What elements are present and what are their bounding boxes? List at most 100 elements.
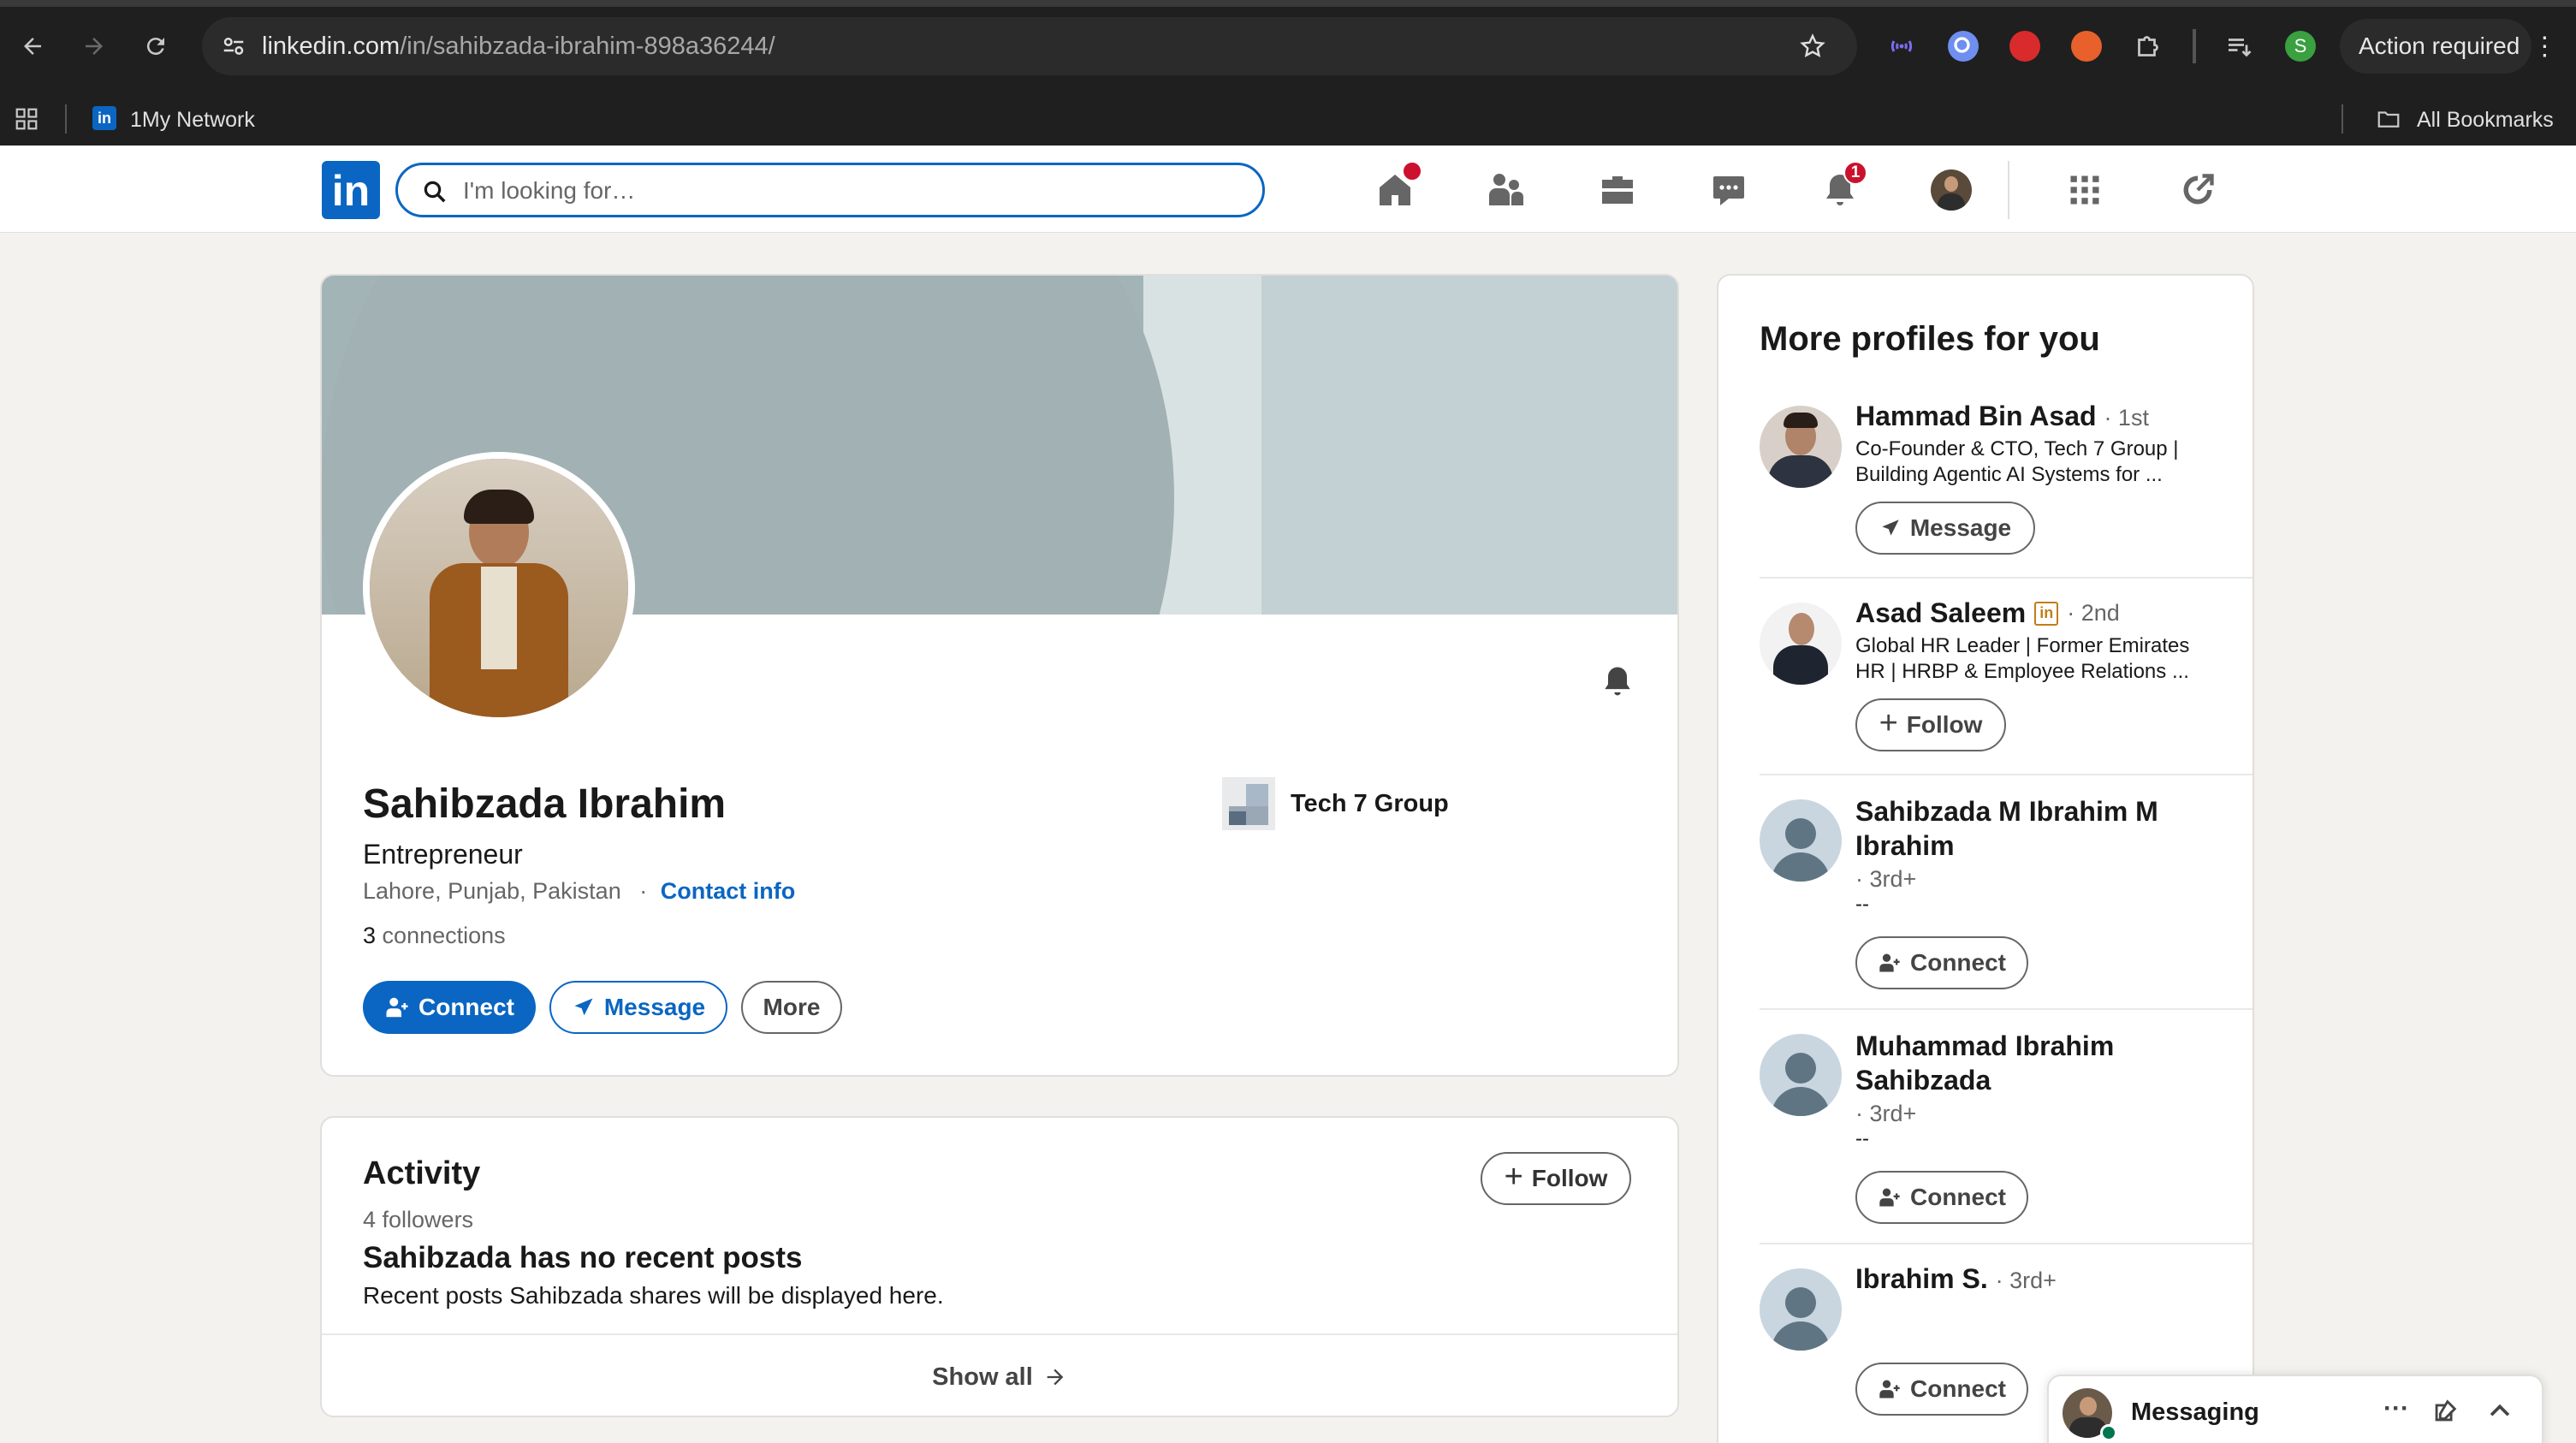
- nav-me[interactable]: [1927, 166, 1975, 214]
- company-name: Tech 7 Group: [1291, 789, 1449, 817]
- compose-icon[interactable]: [2431, 1397, 2460, 1426]
- forward-button[interactable]: [74, 26, 115, 67]
- nav-messaging[interactable]: [1705, 166, 1753, 214]
- avatar[interactable]: [1760, 799, 1842, 882]
- degree-badge: · 2nd: [2067, 600, 2120, 626]
- company-link[interactable]: Tech 7 Group: [1222, 777, 1449, 830]
- contact-info-link[interactable]: Contact info: [661, 878, 795, 904]
- suggestion-headline-line-1: Global HR Leader | Former Emirates: [1855, 634, 2190, 657]
- send-icon: [574, 998, 593, 1016]
- cover-shape-right: [1261, 276, 1677, 615]
- bookmark-my-network[interactable]: 1My Network: [130, 108, 255, 133]
- avatar-head: [1789, 613, 1814, 645]
- more-button[interactable]: More: [741, 981, 842, 1034]
- bookmarks-bar: in 1My Network All Bookmarks: [0, 92, 2576, 145]
- extension-search-icon[interactable]: [1948, 31, 1979, 62]
- more-profiles-card: More profiles for you Hammad Bin Asad · …: [1717, 274, 2254, 1443]
- star-icon[interactable]: [1799, 33, 1826, 60]
- bookmark-separator-right: [2342, 104, 2343, 134]
- home-badge: [1402, 161, 1422, 181]
- avatar[interactable]: [1760, 1034, 1842, 1116]
- reading-list-icon[interactable]: [2223, 31, 2254, 62]
- no-posts-subtitle: Recent posts Sahibzada shares will be di…: [363, 1282, 944, 1309]
- avatar-body: [1768, 455, 1833, 488]
- address-bar[interactable]: linkedin.com/in/sahibzada-ibrahim-898a36…: [202, 17, 1857, 75]
- profile-avatar-button[interactable]: S: [2285, 31, 2316, 62]
- add-person-icon: [1879, 953, 1900, 972]
- connect-button[interactable]: Connect: [1855, 1363, 2028, 1416]
- suggestion-name[interactable]: Muhammad Ibrahim Sahibzada: [1855, 1029, 2114, 1097]
- degree-badge: · 3rd+: [1995, 1268, 2057, 1293]
- suggestion-headline: Global HR Leader | Former Emirates HR | …: [1855, 633, 2223, 685]
- suggestion-name-row[interactable]: Asad Saleem in · 2nd: [1855, 597, 2120, 629]
- nav-notifications[interactable]: 1: [1816, 161, 1867, 214]
- header-separator: [2008, 161, 2009, 219]
- extensions-puzzle-icon[interactable]: [2133, 31, 2163, 62]
- search-icon: [424, 181, 446, 203]
- nav-apps[interactable]: [2061, 166, 2109, 214]
- suggestion-name[interactable]: Sahibzada M Ibrahim M Ibrahim: [1855, 794, 2158, 863]
- follow-button[interactable]: + Follow: [1855, 698, 2006, 751]
- linkedin-header: in 1: [0, 145, 2576, 233]
- profile-name: Sahibzada Ibrahim: [363, 781, 727, 827]
- bell-icon[interactable]: [1599, 661, 1636, 702]
- avatar-head: [2080, 1397, 2097, 1416]
- profile-photo[interactable]: [363, 452, 635, 724]
- connect-button[interactable]: Connect: [1855, 1171, 2028, 1224]
- profile-location: Lahore, Punjab, Pakistan: [363, 878, 621, 904]
- apps-grid-icon[interactable]: [14, 106, 39, 132]
- nav-jobs[interactable]: [1594, 166, 1641, 214]
- all-bookmarks[interactable]: All Bookmarks: [2417, 108, 2554, 133]
- suggestion-name-line-1: Sahibzada M Ibrahim M: [1855, 796, 2158, 827]
- action-required-button[interactable]: Action required ⋮: [2340, 19, 2557, 74]
- avatar-hair: [1784, 413, 1818, 428]
- url-text: linkedin.com/in/sahibzada-ibrahim-898a36…: [262, 33, 775, 61]
- suggestion-headline: --: [1855, 1127, 1869, 1150]
- activity-follow-button[interactable]: + Follow: [1481, 1152, 1631, 1205]
- more-options-icon[interactable]: ···: [2377, 1390, 2415, 1428]
- search-box[interactable]: [395, 163, 1265, 217]
- message-label: Message: [603, 994, 706, 1020]
- extension-signal-icon[interactable]: [1886, 31, 1917, 62]
- show-all-button[interactable]: Show all: [322, 1335, 1677, 1416]
- chevron-up-icon[interactable]: [2485, 1397, 2514, 1426]
- compass-icon: [2183, 174, 2214, 205]
- extension-red-icon[interactable]: [2009, 31, 2040, 62]
- toolbar-separator-2: [2194, 29, 2196, 63]
- connect-label: Connect: [418, 994, 514, 1020]
- avatar-head: [1785, 818, 1816, 849]
- connect-button[interactable]: Connect: [1855, 936, 2028, 989]
- bookmark-separator: [65, 104, 67, 134]
- followers-count: 4 followers: [363, 1207, 474, 1232]
- avatar[interactable]: [1760, 406, 1842, 488]
- suggestion-divider: [1760, 1008, 2253, 1010]
- nav-home[interactable]: [1371, 161, 1422, 214]
- suggestion-name-row[interactable]: Ibrahim S. · 3rd+: [1855, 1263, 2057, 1295]
- connect-label: Connect: [1910, 1375, 2006, 1402]
- nav-my-network[interactable]: [1482, 166, 1530, 214]
- site-settings-icon[interactable]: [221, 33, 246, 59]
- message-button[interactable]: Message: [1855, 502, 2035, 555]
- messaging-bar[interactable]: Messaging ···: [2047, 1375, 2543, 1443]
- linkedin-logo[interactable]: in: [322, 161, 380, 219]
- nav-advertise[interactable]: [2174, 166, 2222, 214]
- linkedin-favicon-icon: in: [92, 106, 116, 130]
- suggestion-name-line-1: Muhammad Ibrahim: [1855, 1030, 2115, 1061]
- avatar[interactable]: [1760, 1268, 1842, 1351]
- avatar[interactable]: [1760, 603, 1842, 685]
- location-separator: ·: [639, 878, 648, 904]
- extension-orange-icon[interactable]: [2071, 31, 2102, 62]
- degree-badge: · 3rd+: [1855, 1101, 1917, 1126]
- company-logo: [1222, 777, 1275, 830]
- activity-card: Activity 4 followers + Follow Sahibzada …: [320, 1116, 1679, 1417]
- profile-location-row: Lahore, Punjab, Pakistan · Contact info: [363, 878, 795, 905]
- folder-icon: [2377, 111, 2400, 128]
- connect-button[interactable]: Connect: [363, 981, 536, 1034]
- reload-icon: [146, 38, 164, 56]
- avatar-head: [1785, 1053, 1816, 1084]
- reload-button[interactable]: [135, 26, 176, 67]
- search-input[interactable]: [463, 175, 1233, 206]
- message-button[interactable]: Message: [549, 981, 727, 1034]
- back-button[interactable]: [12, 26, 53, 67]
- suggestion-name-row[interactable]: Hammad Bin Asad · 1st: [1855, 401, 2149, 432]
